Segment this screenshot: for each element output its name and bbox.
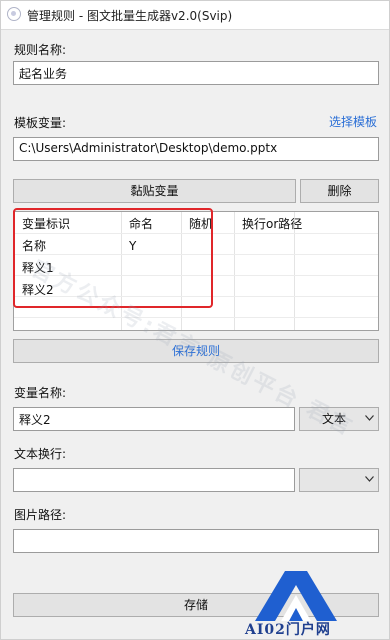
var-name-label: 变量名称: [14,386,67,400]
chevron-down-icon [365,415,374,421]
text-wrap-input[interactable] [13,468,295,492]
image-path-input[interactable] [13,529,379,553]
title-bar: 管理规则 - 图文批量生成器v2.0(Svip) [1,1,389,30]
paste-variable-button[interactable]: 黏贴变量 [13,179,296,203]
text-wrap-label: 文本换行: [14,447,67,461]
logo-icon [255,571,337,621]
template-var-label: 模板变量: [14,116,67,130]
logo-text: AI02门户网 [245,622,331,638]
save-rule-button[interactable]: 保存规则 [13,339,379,363]
select-template-link[interactable]: 选择模板 [329,113,377,130]
table-cell[interactable] [234,236,378,257]
chevron-down-icon [365,476,374,482]
var-name-input[interactable]: 释义2 [13,407,295,431]
table-cell[interactable] [234,280,378,301]
app-icon [7,7,21,21]
image-path-label: 图片路径: [14,508,67,522]
rule-name-label: 规则名称: [14,43,67,57]
var-type-select[interactable]: 文本 [299,407,379,431]
table-cell[interactable] [234,258,378,279]
column-header-wrap-or-path[interactable]: 换行or路径 [234,214,378,235]
window-title: 管理规则 - 图文批量生成器v2.0(Svip) [27,9,233,23]
var-type-selected: 文本 [322,412,347,426]
highlight-box [13,208,213,308]
text-wrap-select[interactable] [299,468,379,492]
rule-manager-window: 管理规则 - 图文批量生成器v2.0(Svip) 规则名称: 起名业务 模板变量… [0,0,390,640]
template-path-input[interactable]: C:\Users\Administrator\Desktop\demo.pptx [13,137,379,161]
rule-name-input[interactable]: 起名业务 [13,61,379,85]
delete-button[interactable]: 删除 [300,179,379,203]
